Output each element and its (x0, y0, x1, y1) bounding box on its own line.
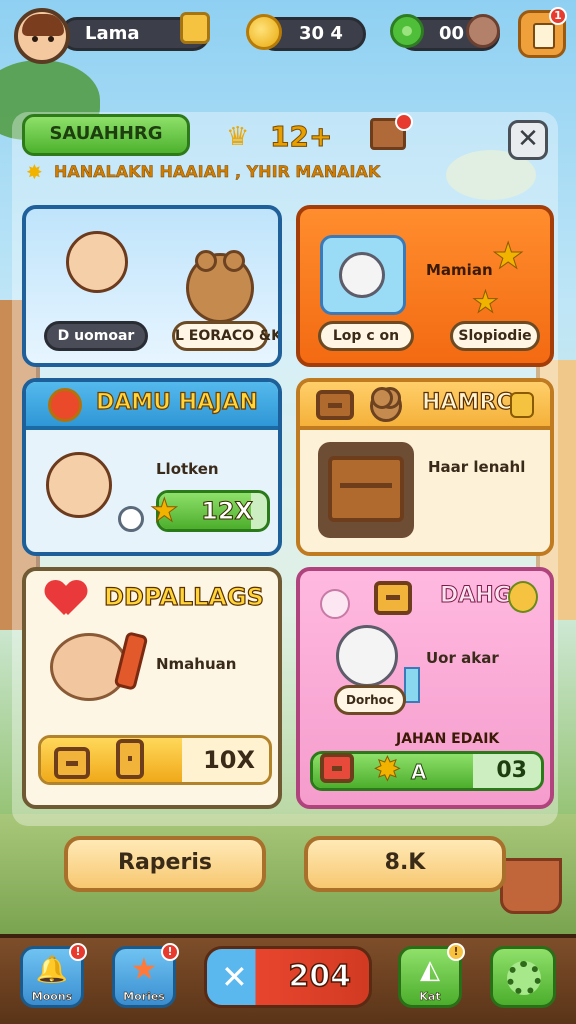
avatar-hair (22, 14, 64, 36)
star-icon: ✸ (26, 160, 43, 184)
nav-mories-button[interactable]: ★ ! Mories (112, 943, 179, 1008)
coin-icon (510, 392, 534, 418)
card5-label: Nmahuan (156, 655, 237, 673)
card5-progress-value: 10X (203, 746, 255, 774)
notification-badge: ! (447, 943, 465, 961)
card3-label: Llotken (156, 460, 219, 478)
nav-center-button[interactable]: ✕ 204 (204, 946, 372, 1008)
card5-title: DDPALLAGS (103, 582, 264, 611)
card6-chip[interactable]: Dorhoc (334, 685, 406, 715)
quest-menu-button[interactable]: 1 (518, 7, 567, 58)
settings-button[interactable] (490, 946, 556, 1008)
card6-title: DAHG (440, 583, 513, 609)
card1-chip-left[interactable]: D uomoar (44, 321, 148, 351)
cat-character-icon (339, 252, 385, 298)
gift-crate-icon (316, 390, 354, 420)
reports-button[interactable]: Raperis (64, 836, 266, 892)
card1-chip-right[interactable]: L EORACO &K (172, 321, 278, 351)
basket-icon (328, 456, 404, 522)
event-card-4[interactable]: HAMRC Haar lenahl (296, 378, 554, 556)
top-bar: Lama 30 4 00 1 (0, 0, 576, 70)
nav-moons-label: Moons (31, 990, 73, 1004)
cloud-icon (320, 589, 350, 619)
hamster-character-icon (50, 633, 128, 701)
gift-box-icon (374, 581, 412, 615)
clock-icon (118, 506, 144, 532)
bear-character-icon (370, 387, 402, 422)
potion-icon (404, 667, 420, 703)
card6-label: Uor akar (426, 649, 499, 667)
event-card-2[interactable]: Mamian ★ ★ Lop c on Slopiodie (296, 205, 554, 367)
notification-badge: ! (161, 943, 179, 961)
gift-box-icon (54, 747, 90, 779)
title-button[interactable]: SAUAHHRG (22, 114, 190, 156)
plant-pot-decoration (500, 858, 562, 914)
magic-frame-icon (320, 235, 406, 315)
star-icon: ★ (150, 491, 180, 529)
card6-bar-right-value: 03 (496, 758, 527, 783)
gift-box-icon (320, 753, 354, 783)
bone-icon: ✕ (221, 958, 248, 996)
card3-progress-value: 12X (201, 497, 254, 526)
card6-subtitle: JAHAN EDAIK (396, 731, 500, 747)
card4-label: Haar lenahl (428, 458, 526, 476)
notification-badge (395, 113, 413, 131)
cat-character-icon (336, 625, 398, 687)
star-icon: ★ (491, 236, 525, 277)
event-card-3[interactable]: DAMU HAJAN Llotken 12X ★ (22, 378, 282, 556)
reward-chest-icon[interactable] (370, 113, 413, 150)
event-card-1[interactable]: D uomoar L EORACO &K (22, 205, 282, 367)
nav-moons-button[interactable]: 🔔 ! Moons (20, 943, 87, 1008)
gift-box-icon (116, 739, 144, 779)
card3-title: DAMU HAJAN (95, 389, 258, 415)
sparkle-icon: ✸ (374, 750, 402, 788)
coin-icon (246, 14, 282, 50)
dog-character-icon (46, 452, 112, 518)
chest-icon[interactable] (466, 14, 500, 48)
nav-kat-button[interactable]: ◭ ! Kat (398, 943, 465, 1008)
nav-center-value: 204 (288, 958, 352, 995)
nav-mories-label: Mories (123, 990, 165, 1004)
close-button[interactable]: ✕ (508, 120, 548, 160)
coin-icon (508, 581, 538, 613)
card2-chip-left[interactable]: Lop c on (318, 321, 414, 351)
value-button[interactable]: 8.K (304, 836, 506, 892)
crate-frame (318, 442, 414, 538)
gem-icon (390, 14, 424, 48)
nav-kat-label: Kat (419, 990, 441, 1004)
notification-badge: ! (69, 943, 87, 961)
card2-chip-right[interactable]: Slopiodie (450, 321, 540, 351)
player-name: Lama (85, 23, 140, 44)
gems-value: 00 (439, 23, 465, 44)
girl-character-icon (66, 231, 128, 293)
coins-value: 30 4 (299, 23, 343, 44)
avatar-eye (32, 36, 38, 42)
notification-badge: 1 (549, 7, 567, 25)
star-icon: ★ (472, 285, 500, 321)
maraca-icon (113, 631, 149, 691)
trophy-icon: ♛ (226, 122, 250, 152)
heart-icon (46, 581, 86, 621)
event-card-6[interactable]: DAHG Uor akar Dorhoc JAHAN EDAIK A 03 ✸ (296, 567, 554, 809)
event-card-5[interactable]: DDPALLAGS Nmahuan 10X (22, 567, 282, 809)
medal-icon (48, 388, 82, 422)
badge-icon[interactable] (180, 12, 210, 44)
panel-subtitle: HANALAKN HAAIAH , YHIR MANAIAK (54, 162, 381, 181)
card6-bar-left-value: A (410, 760, 427, 785)
card3-banner: DAMU HAJAN (26, 382, 278, 430)
header-count: 12+ (269, 120, 333, 154)
player-avatar[interactable] (14, 8, 70, 64)
gear-icon (507, 961, 541, 995)
bear-character-icon (186, 250, 254, 323)
avatar-eye (48, 36, 54, 42)
card4-title: HAMRC (421, 389, 513, 415)
card2-name: Mamian (426, 261, 493, 279)
